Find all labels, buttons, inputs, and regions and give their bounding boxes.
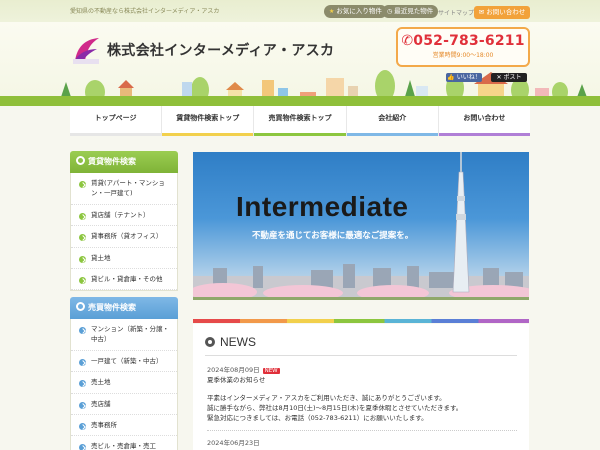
nav-item-sale-search[interactable]: 売買物件検索トップ	[253, 106, 346, 136]
news-section: NEWS 2024年08月09日 NEW 夏季休業のお知らせ 平素はインターメディ…	[193, 324, 529, 450]
phone-number: ✆052-783-6211	[401, 33, 525, 49]
sky-tree-image	[452, 152, 470, 293]
news-body-line: 平素はインターメディア・アスカをご利用いただき、誠にありがとうございます。	[207, 394, 446, 402]
recent-label: 最近見た物件	[394, 7, 434, 15]
news-date: 2024年08月09日 NEW	[207, 366, 280, 374]
company-logo	[73, 38, 99, 64]
search-icon	[76, 156, 85, 165]
phone-icon: ✆	[401, 33, 414, 49]
sale-item-store[interactable]: 売店舗	[71, 394, 177, 415]
star-icon: ★	[329, 8, 335, 15]
news-date: 2024年06月23日	[207, 439, 260, 447]
favorites-label: お気に入り物件	[336, 7, 382, 15]
sale-item-building[interactable]: 売ビル・売倉庫・売工	[71, 436, 177, 450]
company-name: 株式会社インターメディア・アスカ	[107, 43, 335, 59]
hero-slider[interactable]: Intermediate 不動産を通じてお客様に最適なご提案を。	[193, 152, 529, 300]
global-nav: トップページ 賃貸物件検索トップ 売買物件検索トップ 会社紹介 お問い合わせ	[70, 106, 531, 136]
clock-icon: ◷	[387, 8, 393, 15]
nav-item-inquiry[interactable]: お問い合わせ	[437, 106, 531, 136]
rent-item-residential[interactable]: 賃貸(アパート・マンション・一戸建て)	[71, 173, 177, 205]
rent-item-building[interactable]: 貸ビル・貸倉庫・その他	[71, 269, 177, 291]
business-hours: 営業時間9:00～18:00	[432, 52, 494, 59]
facebook-like-button[interactable]: 👍 いいね！	[446, 73, 482, 82]
rent-item-land[interactable]: 貸土地	[71, 248, 177, 269]
sale-item-mansion[interactable]: マンション（新築・分譲・中古）	[71, 319, 177, 351]
favorites-button[interactable]: ★ お気に入り物件	[324, 5, 387, 18]
sale-search-heading: 売買物件検索	[70, 297, 178, 319]
sale-item-office[interactable]: 売事務所	[71, 415, 177, 437]
recent-button[interactable]: ◷ 最近見た物件	[382, 5, 439, 18]
grass-strip	[0, 96, 600, 106]
hero-subline: 不動産を通じてお客様に最適なご提案を。	[252, 231, 414, 241]
nav-item-rent-search[interactable]: 賃貸物件検索トップ	[161, 106, 254, 136]
sale-search-panel: 売買物件検索 マンション（新築・分譲・中古） 一戸建て（新築・中古） 売土地 売…	[70, 297, 178, 450]
nav-item-top[interactable]: トップページ	[70, 106, 162, 136]
ring-icon	[205, 337, 215, 347]
phone-box[interactable]: ✆052-783-6211 営業時間9:00～18:00	[396, 27, 530, 67]
nav-item-company[interactable]: 会社紹介	[345, 106, 439, 136]
rent-search-panel: 賃貸物件検索 賃貸(アパート・マンション・一戸建て) 貸店舗（テナント） 貸事務…	[70, 151, 178, 292]
sale-item-house[interactable]: 一戸建て（新築・中古）	[71, 351, 177, 373]
city-skyline-image	[193, 264, 529, 300]
hero-headline: Intermediate	[236, 191, 409, 222]
inquiry-mini-button[interactable]: ✉ お問い合わせ	[474, 6, 530, 19]
search-icon	[76, 302, 85, 311]
thumbs-up-icon: 👍	[447, 74, 457, 81]
news-body-line: 緊急対応につきましては、お電話（052-783-6211）にお願いいたします。	[207, 414, 428, 422]
rent-item-office[interactable]: 貸事務所（貸オフィス）	[71, 226, 177, 248]
news-item-divider	[207, 430, 517, 431]
news-body-line: 誠に勝手ながら、弊社は8月10日(土)～8月15日(木)を夏季休暇とさせていただ…	[207, 404, 463, 412]
tagline: 愛知県の不動産なら株式会社インターメディア・アスカ	[70, 8, 220, 15]
rent-search-heading: 賃貸物件検索	[70, 151, 178, 173]
rainbow-divider	[193, 319, 529, 323]
news-heading: NEWS	[205, 335, 256, 349]
rent-item-store[interactable]: 貸店舗（テナント）	[71, 205, 177, 227]
sitemap-link[interactable]: サイトマップ	[438, 8, 474, 17]
inquiry-mini-label: お問い合わせ	[486, 8, 526, 16]
news-divider	[205, 355, 517, 356]
sale-item-land[interactable]: 売土地	[71, 372, 177, 394]
x-post-button[interactable]: ✕ ポスト	[491, 73, 527, 82]
news-item-heading[interactable]: 夏季休業のお知らせ	[207, 374, 265, 384]
